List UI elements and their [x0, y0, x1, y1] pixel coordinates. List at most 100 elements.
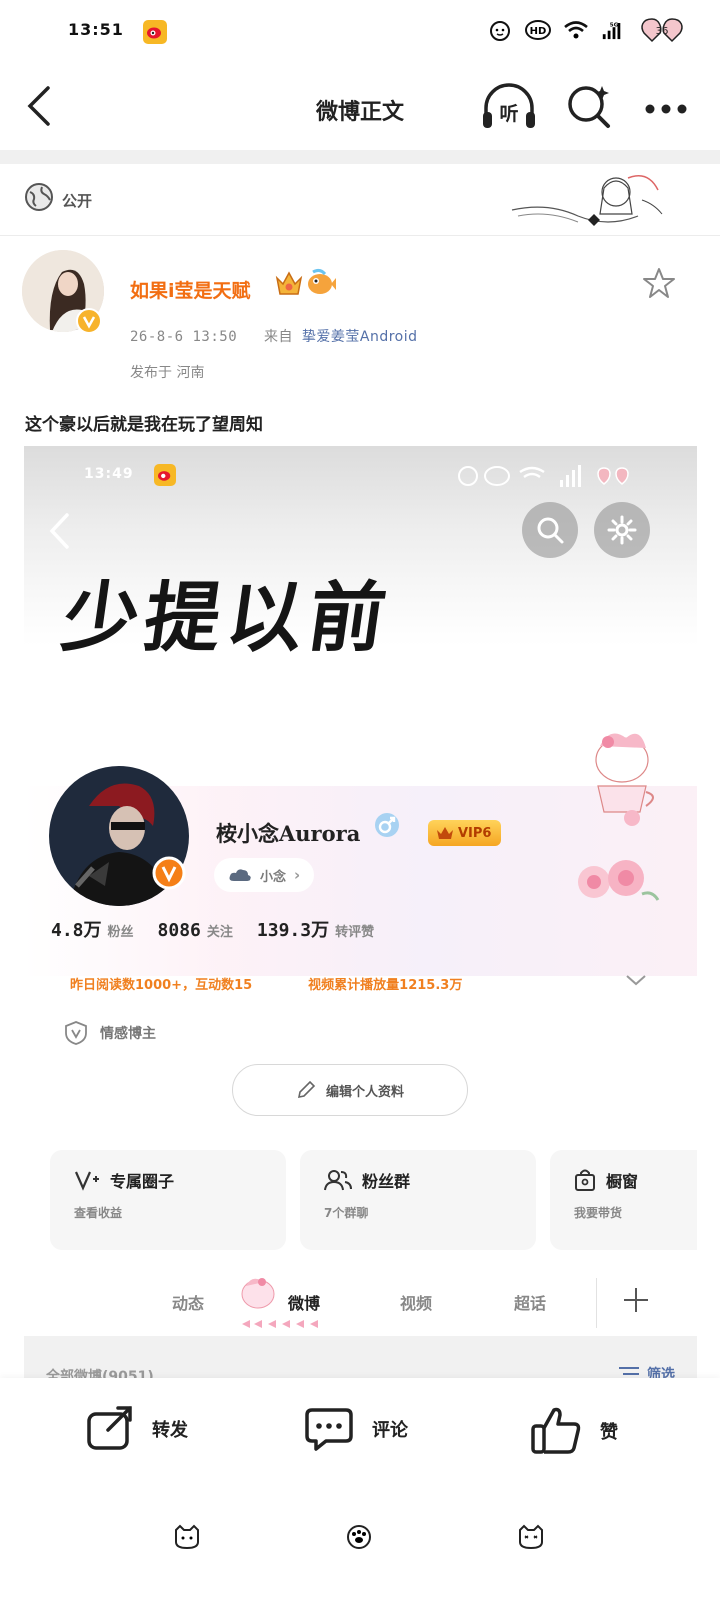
source-prefix: 来自 [263, 329, 293, 345]
tab-super-topic: 超话 [514, 1294, 547, 1313]
anime-girl-decoration [508, 170, 668, 238]
paw-nav-icon[interactable] [344, 1524, 374, 1550]
card-fan-group: 粉丝群 7个群聊 [300, 1150, 536, 1250]
chevron-down-icon [624, 972, 648, 992]
creator-badge-row: 情感博主 [64, 1020, 156, 1046]
embedded-status-icons [454, 462, 644, 494]
visibility-row: 公开 [0, 164, 720, 236]
tab-divider [596, 1278, 597, 1328]
my-melody-teacup-sticker [580, 726, 670, 830]
wink-nav-icon[interactable] [516, 1524, 546, 1550]
face-icon [486, 16, 514, 44]
embedded-back-icon [48, 512, 72, 554]
post-source[interactable]: 挚爱姜莹Android [302, 329, 418, 345]
listen-button[interactable]: 听 [480, 82, 538, 136]
card-title: 橱窗 [606, 1172, 639, 1191]
card-circle: 专属圈子 查看收益 [50, 1150, 286, 1250]
read-stat: 昨日阅读数1000+，互动数15 [70, 978, 253, 993]
banner-calligraphy: 少提以前 [56, 573, 398, 662]
card-title: 粉丝群 [362, 1172, 411, 1191]
stat-value: 139.3万 [256, 920, 330, 941]
crown-badge-icon [274, 268, 304, 302]
embedded-status-time: 13:49 [84, 466, 134, 482]
embedded-profile-name: 桉小念Aurora [216, 821, 361, 846]
favorite-star-icon[interactable] [642, 266, 676, 304]
more-icon[interactable] [644, 100, 688, 119]
tab-dynamic: 动态 [172, 1294, 205, 1313]
read-stats-line: 昨日阅读数1000+，互动数15 视频累计播放量1215.3万 [70, 974, 462, 993]
comment-icon [305, 1408, 353, 1451]
stat-label: 关注 [206, 925, 233, 940]
svg-text:HD: HD [530, 26, 547, 37]
status-time: 13:51 [68, 20, 124, 39]
verified-badge-icon [76, 308, 102, 338]
globe-icon [24, 182, 54, 216]
profile-tabs: 动态 微博 视频 超话 [24, 1272, 697, 1334]
card-subtitle: 我要带货 [574, 1206, 623, 1220]
like-label: 赞 [600, 1422, 618, 1443]
search-icon[interactable] [566, 82, 614, 134]
embedded-settings-icon [594, 502, 650, 558]
listen-label: 听 [499, 102, 518, 125]
v-plus-icon [74, 1171, 99, 1191]
male-gender-icon [374, 812, 400, 842]
stat-value: 4.8万 [51, 920, 102, 941]
vip-crown-icon [437, 827, 453, 839]
edit-profile-button: 编辑个人资料 [232, 1064, 468, 1116]
post-date: 26-8-6 13:50 [130, 329, 238, 345]
pencil-icon [297, 1080, 316, 1099]
card-subtitle: 查看收益 [74, 1206, 123, 1220]
profile-tag-label: 小念 [260, 869, 287, 885]
nav-bar: 微博正文 听 [0, 66, 720, 150]
vip-badge: VIP6 [428, 820, 502, 846]
battery-icon: 36 [638, 16, 686, 44]
profile-stats: 4.8万 粉丝 8086 关注 139.3万 转评赞 [51, 916, 374, 942]
stat-label: 粉丝 [107, 925, 134, 940]
rose-decoration [572, 850, 662, 924]
embedded-weibo-icon [154, 464, 176, 486]
comment-label: 评论 [372, 1420, 408, 1441]
status-bar: 13:51 HD 5G 36 [0, 0, 720, 66]
tab-weibo: 微博 [288, 1294, 321, 1313]
post-image[interactable]: 13:49 少提以前 桉小念Aurora VIP6 小念 › 4.8万 粉丝 8… [24, 446, 697, 1416]
weibo-notification-icon [143, 20, 167, 44]
repost-label: 转发 [152, 1420, 188, 1441]
like-button[interactable]: 赞 [530, 1406, 618, 1456]
visibility-label: 公开 [62, 192, 93, 210]
chevron-right-icon: › [294, 866, 301, 884]
author-name[interactable]: 如果i莹是天赋 [130, 276, 251, 303]
cloud-icon [229, 869, 251, 881]
post-text: 这个豪以后就是我在玩了望周知 [25, 415, 263, 435]
repost-icon [87, 1406, 132, 1450]
edit-profile-label: 编辑个人资料 [325, 1084, 404, 1100]
post-meta: 26-8-6 13:50 来自 挚爱姜莹Android [130, 326, 418, 346]
thumbs-up-icon [531, 1407, 581, 1454]
read-stat: 视频累计播放量1215.3万 [308, 978, 463, 993]
profile-tag: 小念 › [214, 858, 315, 892]
repost-button[interactable]: 转发 [86, 1406, 188, 1452]
plus-icon [622, 1286, 650, 1318]
comment-button[interactable]: 评论 [304, 1406, 408, 1452]
battery-level: 36 [656, 26, 669, 37]
action-bar: 转发 评论 赞 [0, 1378, 720, 1502]
card-title: 专属圈子 [110, 1172, 175, 1191]
card-showcase: 橱窗 我要带货 [550, 1150, 697, 1250]
tab-video: 视频 [400, 1294, 433, 1313]
signal-5g-icon: 5G [600, 16, 628, 44]
vip-label: VIP6 [458, 825, 492, 841]
shopping-bag-icon [575, 1169, 595, 1191]
shield-v-icon [65, 1021, 87, 1045]
hd-icon: HD [524, 16, 552, 44]
divider [0, 150, 720, 164]
stat-label: 转评赞 [335, 925, 375, 940]
wifi-icon [562, 16, 590, 44]
post-location: 发布于 河南 [130, 365, 205, 381]
fish-badge-icon [305, 268, 337, 302]
embedded-verified-icon [152, 856, 186, 894]
embedded-search-icon [522, 502, 578, 558]
creator-badge-label: 情感博主 [100, 1026, 156, 1042]
cat-nav-icon[interactable] [172, 1524, 202, 1550]
bottom-nav [0, 1502, 720, 1612]
group-icon [324, 1170, 352, 1191]
stat-value: 8086 [157, 920, 201, 941]
